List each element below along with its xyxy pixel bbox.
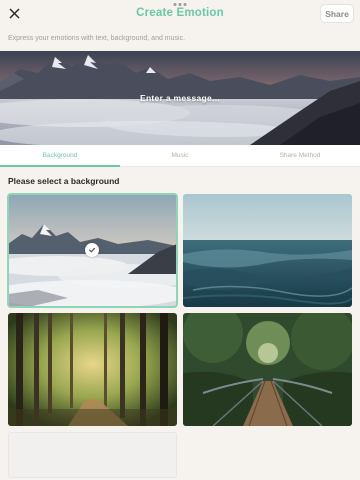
background-option-blank[interactable] <box>8 432 177 478</box>
ocean-image <box>183 194 352 307</box>
message-input[interactable]: Enter a message... <box>0 93 360 103</box>
forest-image <box>8 313 177 426</box>
share-button[interactable]: Share <box>320 4 354 23</box>
section-title: Please select a background <box>8 176 120 186</box>
tab-background[interactable]: Background <box>0 145 120 167</box>
page-title: Create Emotion <box>136 7 224 19</box>
bridge-image <box>183 313 352 426</box>
tab-share-method[interactable]: Share Method <box>240 145 360 166</box>
header: Create Emotion Share <box>0 0 360 28</box>
page-subtitle: Express your emotions with text, backgro… <box>8 35 186 42</box>
background-option-ocean[interactable] <box>183 194 352 307</box>
message-preview: Enter a message... <box>0 51 360 145</box>
background-option-mountains[interactable] <box>7 193 178 308</box>
selected-check-icon <box>85 243 99 257</box>
background-option-bridge[interactable] <box>183 313 352 426</box>
tab-bar: Background Music Share Method <box>0 145 360 167</box>
background-option-forest[interactable] <box>8 313 177 426</box>
tab-music[interactable]: Music <box>120 145 240 166</box>
